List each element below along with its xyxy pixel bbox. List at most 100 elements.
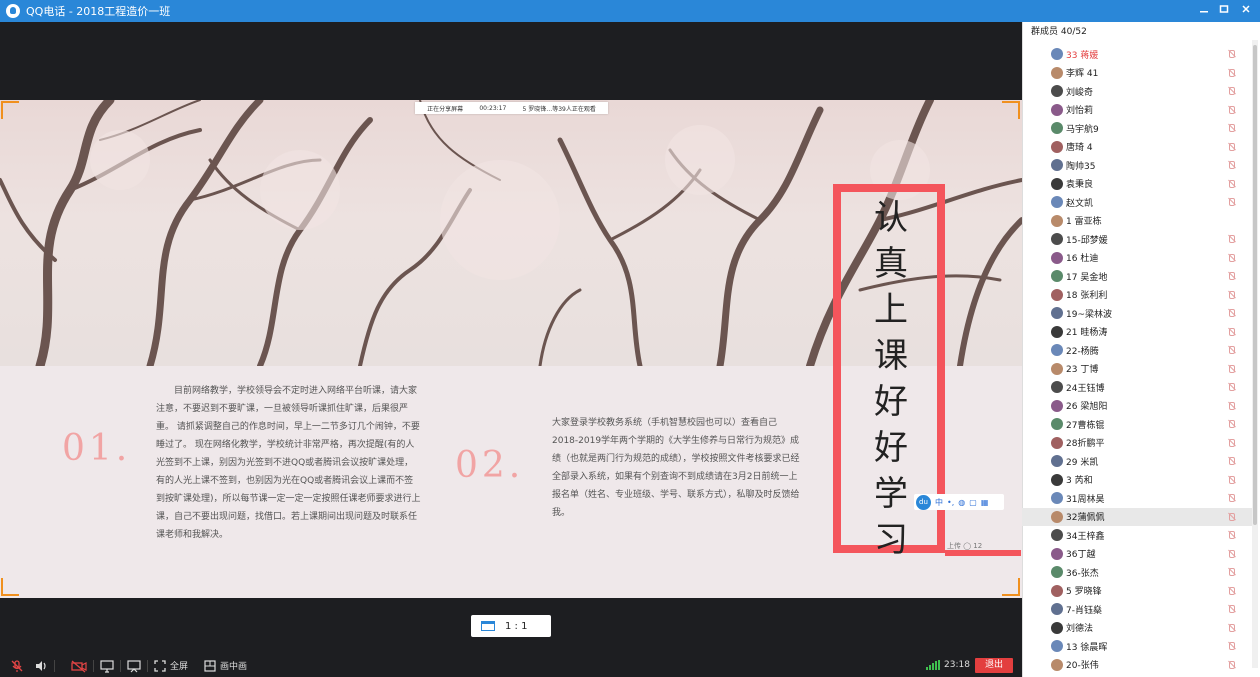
member-row[interactable]: 24王钰博 xyxy=(1022,378,1252,396)
member-row[interactable]: 1 雷亚栋 xyxy=(1022,212,1252,230)
member-row[interactable]: 15-邱梦媛 xyxy=(1022,230,1252,248)
section-number-1: 01. xyxy=(62,428,132,469)
member-row[interactable]: 36丁越 xyxy=(1022,545,1252,563)
aspect-ratio-label: 1 : 1 xyxy=(505,620,528,632)
member-row[interactable]: 刘德法 xyxy=(1022,619,1252,637)
ime-skin-icon[interactable]: ▢ xyxy=(969,498,977,507)
member-row[interactable]: 李辉 41 xyxy=(1022,64,1252,82)
picture-in-picture-icon xyxy=(204,659,216,672)
member-name: 23 丁博 xyxy=(1066,365,1099,375)
mic-muted-icon xyxy=(1227,623,1235,632)
avatar xyxy=(1051,140,1063,153)
member-name: 27曹栋锟 xyxy=(1066,420,1105,431)
mic-muted-icon xyxy=(1227,161,1235,169)
avatar xyxy=(1051,436,1063,449)
ime-punct-icon[interactable]: •, xyxy=(947,498,954,507)
screen-share-button[interactable] xyxy=(100,654,114,677)
speaker-button[interactable] xyxy=(34,654,48,677)
fullscreen-label: 全屏 xyxy=(170,662,189,672)
mic-muted-icon xyxy=(1227,142,1235,151)
member-row[interactable]: 唐琦 4 xyxy=(1022,138,1252,156)
picture-in-picture-button[interactable]: 画中画 xyxy=(204,654,247,677)
member-row[interactable]: 刘怡莉 xyxy=(1022,101,1252,119)
member-row[interactable]: 36-张杰 xyxy=(1022,563,1252,581)
avatar xyxy=(1051,307,1063,319)
mic-muted-icon xyxy=(1227,198,1235,206)
member-row[interactable]: 陶帅35 xyxy=(1022,156,1252,174)
member-name: 刘怡莉 xyxy=(1066,106,1094,116)
avatar xyxy=(1051,603,1063,615)
network-signal-icon xyxy=(926,660,940,670)
member-row[interactable]: 22-杨腾 xyxy=(1022,341,1252,359)
avatar xyxy=(1051,492,1063,504)
member-row[interactable]: 袁秉良 xyxy=(1022,175,1252,193)
member-row[interactable]: 29 米凯 xyxy=(1022,452,1252,470)
slogan-char: 学 xyxy=(874,474,908,514)
member-row[interactable]: 20-张伟 xyxy=(1022,656,1252,674)
ime-mode[interactable]: 中 xyxy=(935,497,943,508)
member-name: 31周林昊 xyxy=(1066,494,1105,505)
avatar xyxy=(1051,288,1063,301)
close-button[interactable] xyxy=(1236,2,1256,20)
member-row[interactable]: 17 吴金地 xyxy=(1022,267,1252,285)
share-corner-marker xyxy=(1,101,19,119)
picture-in-picture-label: 画中画 xyxy=(220,662,248,672)
member-row[interactable]: 13 徐晨晖 xyxy=(1022,637,1252,655)
ime-voice-icon[interactable]: ◍ xyxy=(958,498,965,507)
camera-toggle-button[interactable] xyxy=(71,654,87,677)
mic-muted-icon xyxy=(1227,309,1235,317)
member-name: 1 雷亚栋 xyxy=(1066,217,1102,227)
member-row[interactable]: 18 张利利 xyxy=(1022,286,1252,304)
minimize-icon xyxy=(1200,11,1208,13)
member-row[interactable]: 19~梁林波 xyxy=(1022,304,1252,322)
member-row[interactable]: 33 蒋媛 xyxy=(1022,45,1252,63)
avatar xyxy=(1051,381,1063,393)
member-name: 李辉 41 xyxy=(1066,69,1099,79)
member-row[interactable]: 21 眭杨涛 xyxy=(1022,323,1252,341)
title-bar: QQ电话 - 2018工程造价一班 xyxy=(0,0,1260,22)
avatar xyxy=(1051,66,1063,79)
member-name: 唐琦 4 xyxy=(1066,143,1093,153)
avatar xyxy=(1051,325,1063,338)
ime-menu-icon[interactable]: ▦ xyxy=(981,498,989,507)
aspect-ratio-button[interactable]: 1 : 1 xyxy=(471,615,551,637)
avatar xyxy=(1051,584,1063,597)
member-row[interactable]: 7-肖钰燊 xyxy=(1022,600,1252,618)
share-corner-marker xyxy=(1002,101,1020,119)
member-row[interactable]: 23 丁博 xyxy=(1022,360,1252,378)
member-name: 13 徐晨晖 xyxy=(1066,642,1108,653)
member-row[interactable]: 27曹栋锟 xyxy=(1022,415,1252,433)
member-name: 19~梁林波 xyxy=(1066,309,1112,320)
exit-call-button[interactable]: 退出 xyxy=(975,658,1013,673)
minimize-button[interactable] xyxy=(1194,2,1214,20)
member-row[interactable]: 28折鹏平 xyxy=(1022,434,1252,452)
member-name: 15-邱梦媛 xyxy=(1066,235,1108,246)
ime-logo-icon[interactable]: du xyxy=(916,494,931,510)
share-duration: 00:23:17 xyxy=(479,104,507,112)
member-row[interactable]: 马宇航9 xyxy=(1022,119,1252,137)
member-name: 16 杜迪 xyxy=(1066,254,1099,264)
member-row[interactable]: 34王梓鑫 xyxy=(1022,526,1252,544)
member-row[interactable]: 赵文凯 xyxy=(1022,193,1252,211)
avatar xyxy=(1051,473,1063,486)
ime-toolbar[interactable]: du 中 •, ◍ ▢ ▦ xyxy=(914,494,1004,510)
qq-call-window: QQ电话 - 2018工程造价一班 01. 02. 目前网络教学，学校领导会不定… xyxy=(0,0,1260,677)
member-row[interactable]: 刘峻奇 xyxy=(1022,82,1252,100)
member-row[interactable]: 32蒲佩佩 xyxy=(1022,507,1252,526)
mic-muted-icon xyxy=(11,659,23,672)
member-row[interactable]: 16 杜迪 xyxy=(1022,249,1252,267)
avatar xyxy=(1051,251,1063,264)
avatar xyxy=(1051,196,1063,208)
member-row[interactable]: 26 梁旭阳 xyxy=(1022,397,1252,415)
presentation-button[interactable] xyxy=(127,654,141,677)
notice-paragraph-2: 大家登录学校教务系统（手机智慧校园也可以）查看自己2018-2019学年两个学期… xyxy=(552,418,800,518)
member-name: 刘峻奇 xyxy=(1066,87,1094,98)
avatar xyxy=(1051,48,1063,60)
member-row[interactable]: 5 罗晓锋 xyxy=(1022,582,1252,600)
maximize-button[interactable] xyxy=(1214,2,1234,20)
member-row[interactable]: 3 芮和 xyxy=(1022,471,1252,489)
member-scrollbar-thumb[interactable] xyxy=(1253,45,1257,525)
mic-toggle-button[interactable] xyxy=(10,654,24,677)
member-row[interactable]: 31周林昊 xyxy=(1022,489,1252,507)
fullscreen-button[interactable]: 全屏 xyxy=(154,654,188,677)
